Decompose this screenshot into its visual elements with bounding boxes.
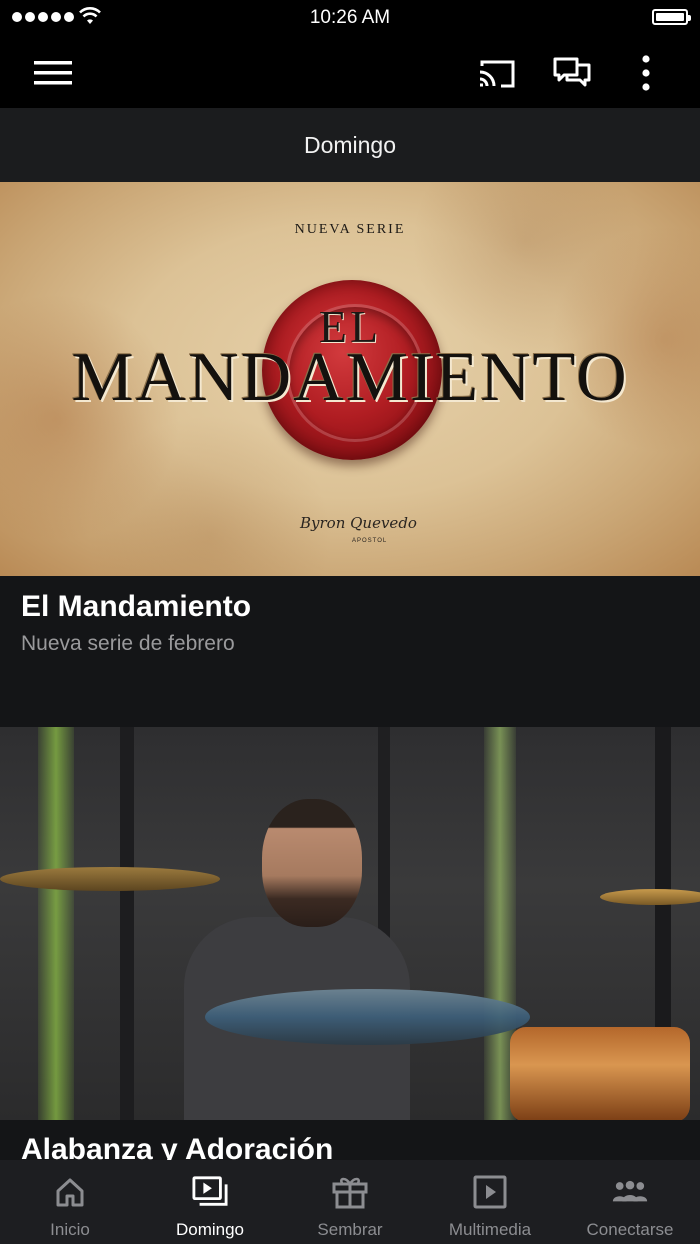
signature-logo: Byron Quevedo xyxy=(300,514,417,532)
card-title[interactable]: El Mandamiento xyxy=(21,590,251,624)
cast-icon[interactable] xyxy=(476,52,518,94)
hamburger-icon[interactable] xyxy=(32,52,74,94)
drummer-head xyxy=(262,799,362,927)
cymbal xyxy=(0,867,220,891)
gift-icon xyxy=(332,1174,368,1210)
bottom-tab-bar: Inicio Domingo Sembrar Multimedia Conect… xyxy=(0,1160,700,1244)
tab-inicio[interactable]: Inicio xyxy=(0,1160,140,1244)
series-card-image[interactable]: NUEVA SERIE EL MANDAMIENTO Byron Quevedo… xyxy=(0,182,700,576)
status-bar: 10:26 AM xyxy=(0,0,700,36)
image-title-main: MANDAMIENTO xyxy=(71,339,629,416)
cymbal xyxy=(600,889,700,905)
status-time: 10:26 AM xyxy=(309,7,391,28)
cymbal xyxy=(205,989,530,1045)
tab-label: Sembrar xyxy=(317,1220,383,1239)
tab-conectarse[interactable]: Conectarse xyxy=(560,1160,700,1244)
home-icon xyxy=(52,1174,88,1210)
tab-label: Conectarse xyxy=(586,1220,674,1239)
tab-label: Domingo xyxy=(175,1220,245,1239)
tab-domingo[interactable]: Domingo xyxy=(140,1160,280,1244)
tab-label: Multimedia xyxy=(448,1220,532,1239)
top-toolbar xyxy=(0,36,700,108)
page-title-bar: Domingo xyxy=(0,108,700,182)
tab-sembrar[interactable]: Sembrar xyxy=(280,1160,420,1244)
card-subtitle: Nueva serie de febrero xyxy=(21,632,235,655)
play-icon xyxy=(472,1174,508,1210)
more-vertical-icon[interactable] xyxy=(625,52,667,94)
signature-sub-logo: APOSTOL xyxy=(352,538,388,544)
chat-icon[interactable] xyxy=(551,52,593,94)
image-kicker: NUEVA SERIE xyxy=(294,222,406,237)
worship-card-image[interactable] xyxy=(0,727,700,1120)
mic-stand xyxy=(120,727,134,1120)
battery-icon xyxy=(652,9,691,25)
tab-multimedia[interactable]: Multimedia xyxy=(420,1160,560,1244)
light-beam xyxy=(38,727,74,1120)
group-icon xyxy=(612,1174,648,1210)
tab-label: Inicio xyxy=(50,1220,90,1239)
page-title: Domingo xyxy=(303,131,397,158)
video-library-icon xyxy=(192,1174,228,1210)
drum-image xyxy=(510,1027,690,1120)
